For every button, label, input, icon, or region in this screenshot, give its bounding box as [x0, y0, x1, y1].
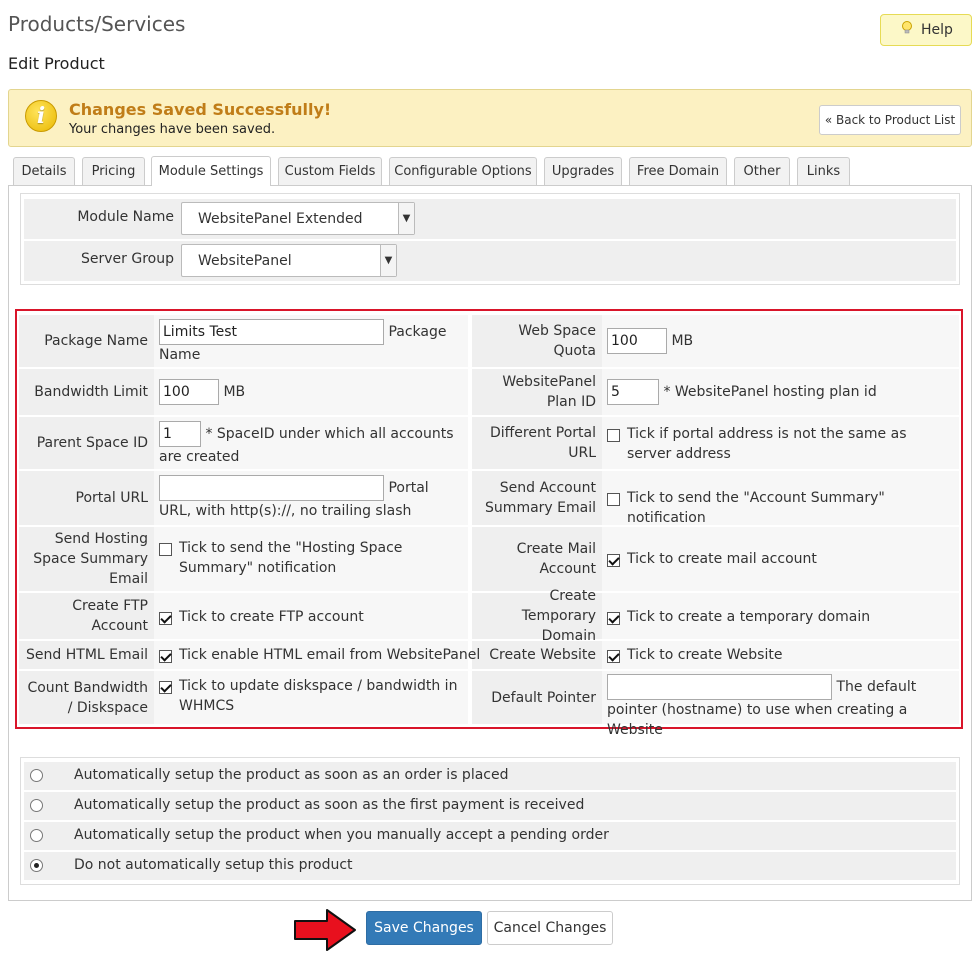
save-changes-button[interactable]: Save Changes	[366, 911, 482, 945]
red-arrow-icon	[294, 909, 356, 951]
count-bandwidth-checkbox[interactable]	[159, 679, 178, 695]
default-pointer-input[interactable]	[607, 674, 832, 700]
radio-label: Do not automatically setup this product	[74, 857, 353, 873]
auto-setup-option-manual[interactable]: Automatically setup the product when you…	[24, 822, 956, 850]
parent-space-id-help: * SpaceID under which all accounts are c…	[159, 426, 454, 465]
package-name-label: Package Name	[44, 333, 148, 349]
web-space-quota-unit: MB	[671, 333, 694, 349]
module-name-value: WebsitePanel Extended	[198, 210, 363, 227]
page-subtitle: Edit Product	[8, 54, 105, 73]
create-website-checkbox[interactable]	[607, 648, 626, 664]
tab-free-domain[interactable]: Free Domain	[629, 157, 727, 185]
different-portal-url-label: Different Portal URL	[489, 425, 596, 461]
create-ftp-account-label: Create FTP Account	[72, 598, 148, 634]
help-label: Help	[921, 22, 953, 38]
web-space-quota-input[interactable]: 100	[607, 328, 667, 354]
radio-label: Automatically setup the product as soon …	[74, 797, 585, 813]
plan-id-help: * WebsitePanel hosting plan id	[663, 384, 877, 400]
auto-setup-option-none[interactable]: Do not automatically setup this product	[24, 852, 956, 880]
portal-url-input[interactable]	[159, 475, 384, 501]
tab-other[interactable]: Other	[734, 157, 790, 185]
create-mail-account-help: Tick to create mail account	[627, 551, 817, 567]
tab-configurable-options[interactable]: Configurable Options	[389, 157, 537, 185]
parent-space-id-input[interactable]: 1	[159, 421, 201, 447]
radio-button[interactable]	[30, 769, 43, 782]
different-portal-url-help: Tick if portal address is not the same a…	[627, 426, 907, 462]
server-group-row: Server Group WebsitePanel ▼	[24, 241, 956, 281]
web-space-quota-label: Web Space Quota	[518, 323, 596, 359]
count-bandwidth-help: Tick to update diskspace / bandwidth in …	[179, 678, 458, 714]
bandwidth-limit-unit: MB	[223, 384, 246, 400]
default-pointer-label: Default Pointer	[491, 689, 596, 706]
module-name-select[interactable]: WebsitePanel Extended ▼	[181, 202, 415, 235]
lightbulb-icon	[899, 20, 915, 40]
active-tab-gap	[152, 185, 270, 187]
cancel-changes-button[interactable]: Cancel Changes	[487, 911, 613, 945]
portal-url-label: Portal URL	[75, 490, 148, 506]
tab-upgrades[interactable]: Upgrades	[544, 157, 622, 185]
auto-setup-option-payment[interactable]: Automatically setup the product as soon …	[24, 792, 956, 820]
radio-button[interactable]	[30, 859, 43, 872]
alert-title: Changes Saved Successfully!	[69, 100, 332, 119]
radio-label: Automatically setup the product as soon …	[74, 767, 509, 783]
send-hosting-summary-checkbox[interactable]	[159, 541, 178, 557]
send-html-email-label: Send HTML Email	[26, 647, 148, 663]
server-group-select[interactable]: WebsitePanel ▼	[181, 244, 397, 277]
module-name-label: Module Name	[77, 209, 174, 225]
create-ftp-account-help: Tick to create FTP account	[179, 609, 364, 625]
radio-button[interactable]	[30, 799, 43, 812]
plan-id-input[interactable]: 5	[607, 379, 659, 405]
chevron-down-icon: ▼	[380, 245, 396, 276]
package-name-input[interactable]: Limits Test	[159, 319, 384, 345]
create-ftp-account-checkbox[interactable]	[159, 610, 178, 626]
radio-label: Automatically setup the product when you…	[74, 827, 609, 843]
tab-pricing[interactable]: Pricing	[82, 157, 145, 185]
count-bandwidth-label: Count Bandwidth / Diskspace	[27, 679, 148, 716]
create-website-label: Create Website	[489, 647, 596, 663]
server-group-label: Server Group	[81, 251, 174, 267]
tab-links[interactable]: Links	[797, 157, 850, 185]
send-account-summary-help: Tick to send the "Account Summary" notif…	[627, 490, 885, 526]
send-hosting-summary-help: Tick to send the "Hosting Space Summary"…	[179, 540, 403, 576]
send-account-summary-label: Send Account Summary Email	[485, 480, 596, 516]
create-mail-account-label: Create Mail Account	[516, 541, 596, 577]
send-hosting-summary-label: Send Hosting Space Summary Email	[33, 531, 148, 587]
create-temp-domain-help: Tick to create a temporary domain	[627, 609, 871, 625]
send-account-summary-checkbox[interactable]	[607, 491, 626, 507]
create-website-help: Tick to create Website	[627, 647, 783, 663]
chevron-down-icon: ▼	[398, 203, 414, 234]
success-alert: i Changes Saved Successfully! Your chang…	[8, 89, 972, 147]
tab-details[interactable]: Details	[13, 157, 75, 185]
module-name-row: Module Name WebsitePanel Extended ▼	[24, 199, 956, 239]
different-portal-url-checkbox[interactable]	[607, 427, 626, 443]
back-to-product-list-button[interactable]: « Back to Product List	[819, 105, 961, 135]
info-icon: i	[25, 100, 57, 132]
page-title: Products/Services	[8, 12, 186, 36]
create-mail-account-checkbox[interactable]	[607, 552, 626, 568]
auto-setup-option-order[interactable]: Automatically setup the product as soon …	[24, 762, 956, 790]
alert-message: Your changes have been saved.	[69, 122, 276, 137]
bandwidth-limit-label: Bandwidth Limit	[34, 384, 148, 400]
send-html-email-help: Tick enable HTML email from WebsitePanel	[179, 647, 481, 663]
help-button[interactable]: Help	[880, 14, 972, 46]
radio-button[interactable]	[30, 829, 43, 842]
send-html-email-checkbox[interactable]	[159, 648, 178, 664]
tab-custom-fields[interactable]: Custom Fields	[278, 157, 382, 185]
plan-id-label: WebsitePanel Plan ID	[502, 374, 596, 410]
bandwidth-limit-input[interactable]: 100	[159, 379, 219, 405]
create-temp-domain-label: Create Temporary Domain	[521, 588, 596, 644]
tab-module-settings[interactable]: Module Settings	[151, 156, 271, 186]
create-temp-domain-checkbox[interactable]	[607, 610, 626, 626]
server-group-value: WebsitePanel	[198, 252, 292, 269]
parent-space-id-label: Parent Space ID	[36, 435, 148, 451]
